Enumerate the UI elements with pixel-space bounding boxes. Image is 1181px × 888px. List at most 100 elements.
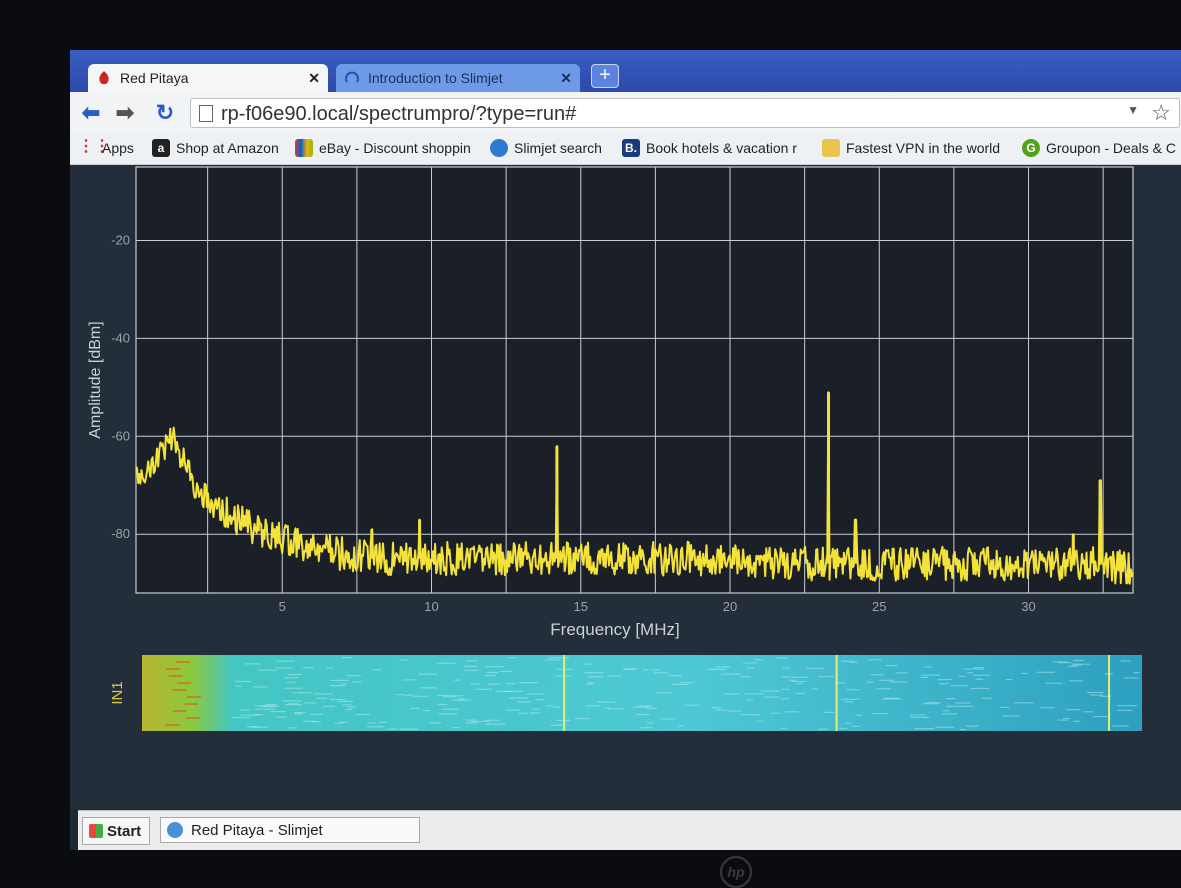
waterfall-speckle xyxy=(841,698,860,700)
bookmark-ebay[interactable]: eBay - Discount shoppin xyxy=(295,139,471,157)
waterfall-hot-streak xyxy=(185,717,200,719)
waterfall-speckle xyxy=(438,713,458,715)
dropdown-arrow-icon[interactable]: ▼ xyxy=(1127,103,1139,117)
waterfall-speckle xyxy=(584,672,604,674)
waterfall-speckle xyxy=(1062,717,1071,720)
waterfall-speckle xyxy=(378,721,387,723)
waterfall-speckle xyxy=(419,687,438,689)
waterfall-speckle xyxy=(740,714,761,716)
waterfall-speckle xyxy=(588,682,595,684)
tab-red-pitaya[interactable]: Red Pitaya ✕ xyxy=(88,64,328,92)
waterfall-speckle xyxy=(505,683,516,685)
waterfall-speckle xyxy=(475,688,493,690)
bookmark-label: eBay - Discount shoppin xyxy=(319,140,471,156)
apps-grid-icon: ⋮⋮ xyxy=(78,138,110,155)
waterfall-speckle xyxy=(276,660,295,662)
waterfall-speckle xyxy=(958,675,966,677)
reload-icon[interactable]: ↻ xyxy=(152,100,178,126)
waterfall-speckle xyxy=(770,712,781,714)
waterfall-speckle xyxy=(454,679,462,681)
bookmark-booking[interactable]: B. Book hotels & vacation r xyxy=(622,139,797,157)
waterfall-speckle xyxy=(970,687,990,689)
waterfall-speckle xyxy=(413,695,429,697)
waterfall-speckle xyxy=(535,699,545,701)
waterfall-speckle xyxy=(518,712,528,714)
loading-spinner-icon xyxy=(345,71,359,83)
waterfall-speckle xyxy=(677,725,685,727)
bookmark-slimjet-search[interactable]: Slimjet search xyxy=(490,139,602,157)
bookmark-star-icon[interactable]: ☆ xyxy=(1151,100,1171,126)
ebay-bag-icon xyxy=(295,139,313,157)
bookmark-shop-at-amazon[interactable]: a Shop at Amazon xyxy=(152,139,279,157)
waterfall-speckle xyxy=(870,674,885,676)
waterfall-speckle xyxy=(942,710,950,712)
waterfall-speckle xyxy=(965,725,979,727)
waterfall-speckle xyxy=(486,671,498,674)
waterfall-speckle xyxy=(1072,720,1081,722)
bookmark-apps[interactable]: ⋮⋮ Apps xyxy=(78,139,134,157)
y-tick-label: -80 xyxy=(111,526,130,541)
address-bar[interactable]: ▼ ☆ xyxy=(190,98,1180,128)
taskbar-window-red-pitaya[interactable]: Red Pitaya - Slimjet xyxy=(160,817,420,843)
y-tick-label: -40 xyxy=(111,330,130,345)
waterfall-speckle xyxy=(345,708,353,711)
forward-arrow-icon[interactable]: ➡ xyxy=(112,100,138,126)
waterfall-speckle xyxy=(1120,660,1131,662)
waterfall-speckle xyxy=(975,678,984,680)
waterfall-speckle xyxy=(1092,716,1108,718)
waterfall-speckle xyxy=(744,693,764,695)
waterfall-speckle xyxy=(1104,673,1113,675)
waterfall-speckle xyxy=(838,727,848,729)
bookmark-groupon[interactable]: G Groupon - Deals & C xyxy=(1022,139,1176,157)
waterfall-speckle xyxy=(550,724,565,726)
waterfall-speckle xyxy=(791,680,806,683)
waterfall-speckle xyxy=(304,702,317,704)
waterfall-speckle xyxy=(346,675,361,677)
waterfall-speckle xyxy=(885,664,898,667)
waterfall-speckle xyxy=(341,657,353,659)
waterfall-speckle xyxy=(1072,664,1082,666)
waterfall-speckle xyxy=(781,698,790,700)
laptop-screen: Red Pitaya ✕ Introduction to Slimjet ✕ +… xyxy=(70,50,1181,850)
waterfall-speckle xyxy=(464,669,479,671)
waterfall-hot-streak xyxy=(168,675,183,677)
waterfall-speckle xyxy=(508,657,517,659)
back-arrow-icon[interactable]: ⬅ xyxy=(78,100,104,126)
waterfall-speckle xyxy=(1045,682,1063,684)
close-tab-icon[interactable]: ✕ xyxy=(308,70,320,87)
tab-introduction-to-slimjet[interactable]: Introduction to Slimjet ✕ xyxy=(336,64,580,92)
close-tab-icon[interactable]: ✕ xyxy=(560,70,572,87)
waterfall-speckle xyxy=(1099,695,1112,697)
waterfall-speckle xyxy=(622,668,635,670)
start-button[interactable]: Start xyxy=(82,817,151,845)
waterfall-speckle xyxy=(845,722,852,724)
waterfall-speckle xyxy=(323,705,335,707)
waterfall-speckle xyxy=(340,683,348,685)
waterfall-speckle xyxy=(835,682,846,684)
waterfall-speckle xyxy=(275,716,287,718)
waterfall-speckle xyxy=(351,681,362,683)
waterfall-hot-streak xyxy=(172,710,187,712)
waterfall-speckle xyxy=(779,727,788,729)
bookmark-vpn[interactable]: Fastest VPN in the world xyxy=(822,139,1000,157)
waterfall-speckle xyxy=(410,707,420,709)
waterfall-channel-label: IN1 xyxy=(109,681,126,704)
waterfall-speckle xyxy=(982,697,992,699)
waterfall-speckle xyxy=(387,728,398,730)
waterfall-speckle xyxy=(396,694,403,696)
waterfall-speckle xyxy=(597,701,616,703)
waterfall-speckle xyxy=(914,728,935,730)
address-input[interactable] xyxy=(219,101,1123,127)
waterfall-speckle xyxy=(955,702,971,704)
vpn-icon xyxy=(822,139,840,157)
waterfall-speckle xyxy=(945,705,966,707)
waterfall-hot-streak xyxy=(172,689,187,691)
waterfall-speckle xyxy=(1021,672,1028,674)
new-tab-button[interactable]: + xyxy=(591,64,619,88)
waterfall-speckle xyxy=(745,699,754,701)
waterfall-speckle xyxy=(684,704,700,706)
spectrum-chart[interactable]: -20 -40 -60 -80 5 10 15 20 25 30 Frequency [MHz]… xyxy=(70,165,1181,809)
tab-strip: Red Pitaya ✕ Introduction to Slimjet ✕ + xyxy=(70,50,1181,92)
waterfall-speckle xyxy=(655,692,673,694)
waterfall-speckle xyxy=(1036,671,1055,673)
